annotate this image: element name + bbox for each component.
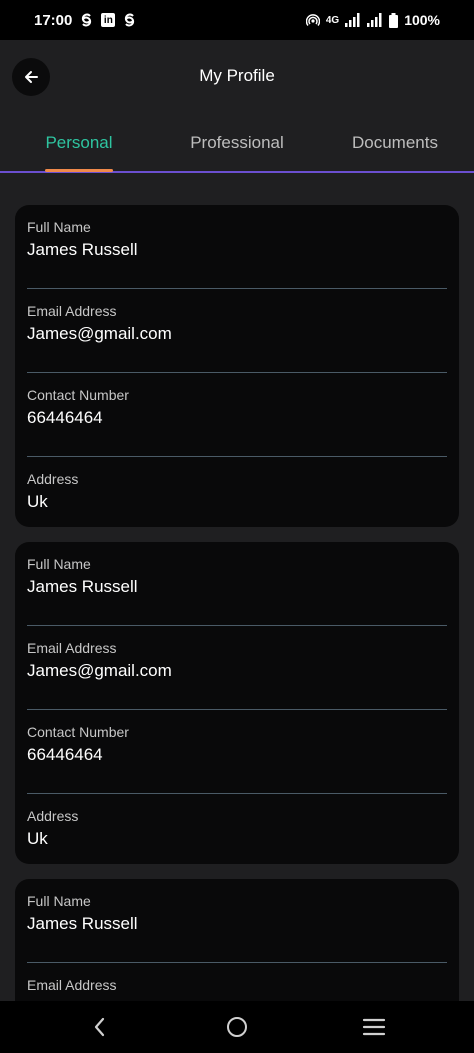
tab-professional[interactable]: Professional <box>158 114 316 171</box>
email-field[interactable]: Email Address <box>27 963 447 1001</box>
nav-recents-button[interactable] <box>344 1001 404 1053</box>
field-label: Email Address <box>27 303 117 319</box>
app-bar: My Profile <box>0 40 474 114</box>
circle-home-icon <box>227 1017 247 1037</box>
field-value: 66446464 <box>27 745 103 764</box>
chevron-left-icon <box>94 1017 105 1037</box>
field-label: Email Address <box>27 640 117 656</box>
sync-notification-icon <box>123 13 136 27</box>
nav-back-button[interactable] <box>70 1001 130 1053</box>
signal-icon <box>367 13 383 27</box>
sync-notification-icon <box>80 13 93 27</box>
field-label: Full Name <box>27 219 91 235</box>
field-label: Address <box>27 471 79 487</box>
tab-bar: Personal Professional Documents <box>0 114 474 173</box>
nav-home-button[interactable] <box>207 1001 267 1053</box>
contact-number-field[interactable]: Contact Number 66446464 <box>27 710 447 794</box>
personal-info-card: Full Name James Russell Email Address Ja… <box>15 542 459 864</box>
status-left: 17:00 in <box>34 12 136 29</box>
field-value: James@gmail.com <box>27 661 172 680</box>
menu-icon <box>362 1018 386 1036</box>
active-tab-indicator <box>45 169 113 172</box>
field-label: Contact Number <box>27 724 129 740</box>
network-type: 4G <box>325 14 340 26</box>
linkedin-icon: in <box>101 13 116 27</box>
field-value: James@gmail.com <box>27 324 172 343</box>
full-name-field[interactable]: Full Name James Russell <box>27 879 447 963</box>
field-value: James Russell <box>27 240 138 259</box>
personal-info-card: Full Name James Russell Email Address <box>15 879 459 1001</box>
battery-icon <box>389 12 399 28</box>
email-field[interactable]: Email Address James@gmail.com <box>27 289 447 373</box>
full-name-field[interactable]: Full Name James Russell <box>27 542 447 626</box>
address-field[interactable]: Address Uk <box>27 457 447 537</box>
signal-icon <box>345 13 361 27</box>
system-nav-bar <box>0 1001 474 1053</box>
field-label: Address <box>27 808 79 824</box>
field-value: James Russell <box>27 577 138 596</box>
full-name-field[interactable]: Full Name James Russell <box>27 205 447 289</box>
hotspot-icon <box>305 13 320 27</box>
status-time: 17:00 <box>34 11 73 29</box>
battery-level: 100% <box>404 12 440 28</box>
field-value: Uk <box>27 829 48 848</box>
field-label: Email Address <box>27 977 117 993</box>
email-field[interactable]: Email Address James@gmail.com <box>27 626 447 710</box>
field-label: Contact Number <box>27 387 129 403</box>
status-bar: 17:00 in 4G 100% <box>0 0 474 40</box>
address-field[interactable]: Address Uk <box>27 794 447 874</box>
status-right: 4G 100% <box>305 12 440 28</box>
field-value: 66446464 <box>27 408 103 427</box>
contact-number-field[interactable]: Contact Number 66446464 <box>27 373 447 457</box>
tab-personal[interactable]: Personal <box>0 114 158 171</box>
profile-content[interactable]: Full Name James Russell Email Address Ja… <box>0 173 474 1001</box>
personal-info-card: Full Name James Russell Email Address Ja… <box>15 205 459 527</box>
field-value: James Russell <box>27 914 138 933</box>
field-value: Uk <box>27 492 48 511</box>
page-title: My Profile <box>199 66 275 85</box>
field-label: Full Name <box>27 893 91 909</box>
tab-documents[interactable]: Documents <box>316 114 474 171</box>
field-label: Full Name <box>27 556 91 572</box>
